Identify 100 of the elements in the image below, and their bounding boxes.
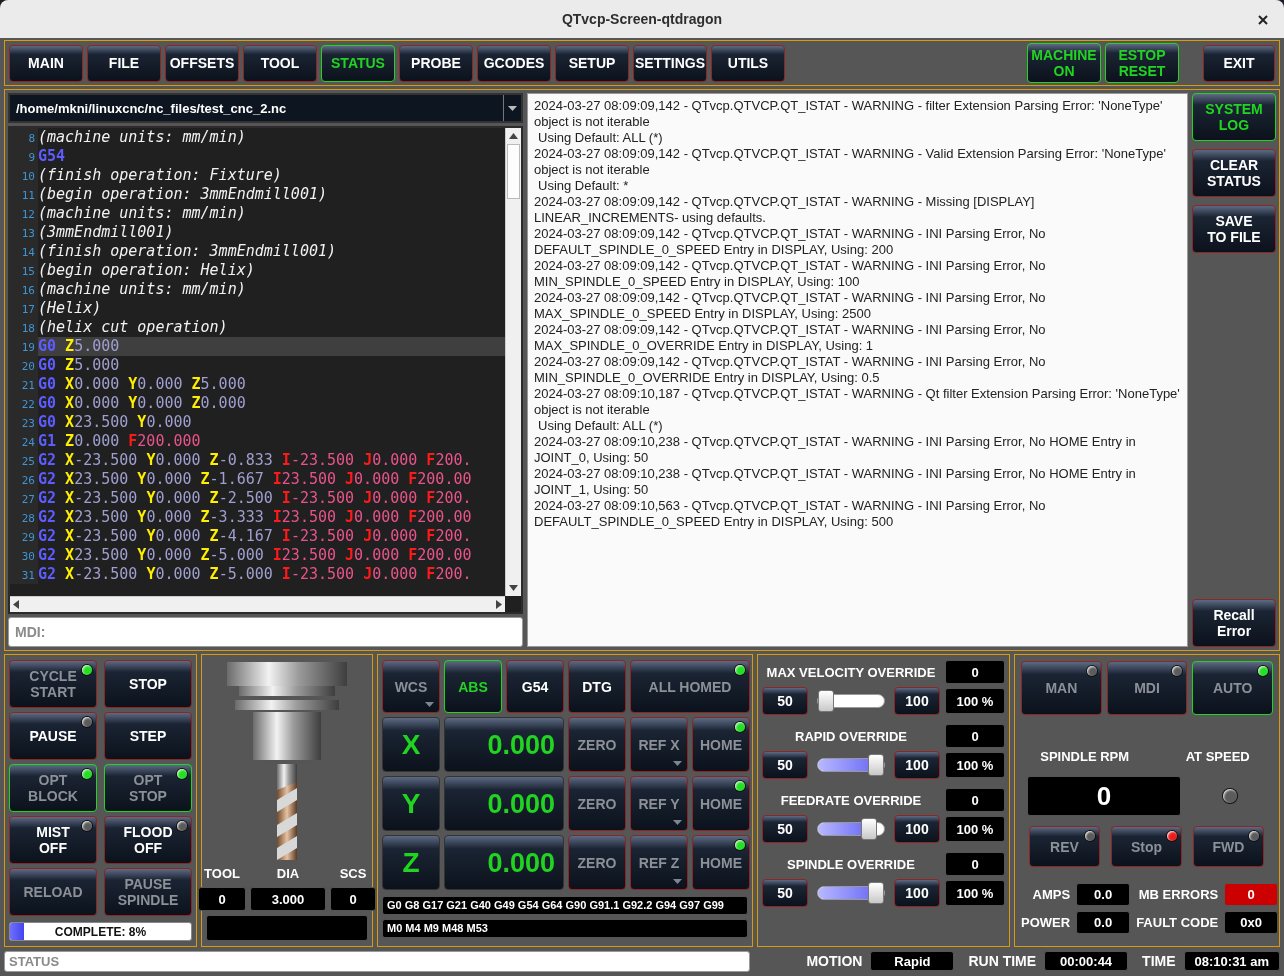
status-label: MOTION xyxy=(806,953,863,969)
status-value: 00:00:44 xyxy=(1044,951,1129,971)
code-editor[interactable] xyxy=(8,126,523,614)
mode-button[interactable]: MDI xyxy=(1106,661,1188,715)
mode-button[interactable]: ABS xyxy=(444,660,502,713)
vertical-scrollbar[interactable] xyxy=(505,128,521,596)
log-button[interactable]: SAVE TO FILE xyxy=(1192,205,1276,253)
status-field[interactable]: STATUS xyxy=(4,950,751,972)
file-dropdown[interactable]: /home/mkni/linuxcnc/nc_files/test_cnc_2.nc xyxy=(8,93,523,123)
code-line: G54 xyxy=(38,147,67,166)
scroll-right-icon xyxy=(496,600,502,609)
readout-label: FAULT CODE xyxy=(1136,915,1219,930)
line-number: 21 xyxy=(10,375,38,394)
status-value: Rapid xyxy=(870,951,955,971)
code-line: G2 X-23.500 Y0.000 Z-4.167 I-23.500 J0.000 F200. xyxy=(38,527,473,546)
code-line: G0 Z5.000 xyxy=(38,356,121,375)
tab[interactable]: STATUS xyxy=(321,44,395,82)
tab[interactable]: FILE xyxy=(87,44,161,82)
log-button[interactable]: Recall Error xyxy=(1192,599,1276,647)
line-number: 15 xyxy=(10,261,38,280)
mode-button[interactable]: MAN xyxy=(1021,661,1102,715)
code-line: G2 X-23.500 Y0.000 Z-0.833 I-23.500 J0.000 F200. xyxy=(38,451,473,470)
line-number: 27 xyxy=(10,489,38,508)
override-title: SPINDLE OVERRIDE xyxy=(786,856,916,872)
override-percent: 100 % xyxy=(945,752,1005,778)
status-value: 08:10:31 am xyxy=(1183,951,1280,971)
axis-button[interactable]: X xyxy=(382,717,440,772)
line-number: 20 xyxy=(10,356,38,375)
override-max-button[interactable]: 100 xyxy=(894,815,940,843)
code-line: (3mmEndmill001) xyxy=(38,223,175,242)
code-line: (machine units: mm/min) xyxy=(38,280,247,299)
code-line: G2 X23.500 Y0.000 Z-1.667 I23.500 J0.000 F200.00 xyxy=(38,470,473,489)
spindle-button[interactable]: Stop xyxy=(1111,826,1182,867)
override-title: MAX VELOCITY OVERRIDE xyxy=(765,664,937,680)
line-number: 31 xyxy=(10,565,38,584)
readout-label: AMPS xyxy=(1032,887,1071,902)
code-line: (Helix) xyxy=(38,299,103,318)
override-max-button[interactable]: 100 xyxy=(894,879,940,907)
override-max-button[interactable]: 100 xyxy=(894,687,940,715)
mdi-input[interactable]: MDI: xyxy=(8,617,523,647)
log-entry: Using Default: ALL (*) xyxy=(537,130,664,146)
tab[interactable]: PROBE xyxy=(399,44,473,82)
log-entry: 2024-03-27 08:09:09,142 - QTvcp.QTVCP.QT_ISTAT - WARNING - INI Parsing Error, No MAX_SPINDLE_0_SPEED Entry in DISPLAY, Using: 2500 xyxy=(534,290,1047,322)
line-number: 26 xyxy=(10,470,38,489)
override-min-button[interactable]: 50 xyxy=(762,751,808,779)
override-min-button[interactable]: 50 xyxy=(762,815,808,843)
code-line: G0 X23.500 Y0.000 xyxy=(38,413,193,432)
tab[interactable]: MAIN xyxy=(9,44,83,82)
line-number: 10 xyxy=(10,166,38,185)
tab[interactable]: SETTINGS xyxy=(633,44,707,82)
log-entry: 2024-03-27 08:09:09,142 - QTvcp.QTVCP.QT_ISTAT - WARNING - Missing [DISPLAY] LINEAR_INCREMENTS- using defaults. xyxy=(534,194,1036,226)
spindle-button[interactable]: REV xyxy=(1029,826,1100,867)
horizontal-scrollbar[interactable] xyxy=(10,596,505,612)
code-line: (begin operation: 3mmEndmill001) xyxy=(38,185,328,204)
axis-button[interactable]: Z xyxy=(382,835,440,890)
log-entry: 2024-03-27 08:09:09,142 - QTvcp.QTVCP.QT_ISTAT - WARNING - INI Parsing Error, No MIN_SPINDLE_0_OVERRIDE Entry in DISPLAY, Using: 0.5 xyxy=(534,354,1047,386)
control-button[interactable]: MIST OFF xyxy=(9,816,97,864)
close-icon xyxy=(1258,15,1268,25)
line-number: 19 xyxy=(10,337,38,356)
tab[interactable]: OFFSETS xyxy=(165,44,239,82)
spindle-button[interactable]: FWD xyxy=(1193,826,1264,867)
override-min-button[interactable]: 50 xyxy=(762,687,808,715)
scrollbar-thumb[interactable] xyxy=(507,144,520,199)
readout-value: 0.0 xyxy=(1076,911,1131,934)
control-button[interactable]: FLOOD OFF xyxy=(104,816,192,864)
override-min-button[interactable]: 50 xyxy=(762,879,808,907)
machine-button[interactable]: MACHINE ON xyxy=(1027,43,1101,83)
field-value: 0 xyxy=(330,887,376,911)
log-entry: 2024-03-27 08:09:09,142 - QTvcp.QTVCP.QT_ISTAT - WARNING - filter Extension Parsing Error: 'NoneType' object is not iterable xyxy=(534,98,1164,130)
log-button[interactable]: CLEAR STATUS xyxy=(1192,149,1276,197)
mode-button[interactable]: G54 xyxy=(506,660,564,713)
control-button[interactable]: STEP xyxy=(104,712,192,760)
exit-button[interactable]: EXIT xyxy=(1203,44,1275,82)
override-value: 0 xyxy=(945,788,1005,812)
control-button[interactable]: PAUSE xyxy=(9,712,97,760)
field-label: DIA xyxy=(276,866,300,881)
log-button[interactable]: SYSTEM LOG xyxy=(1192,93,1276,141)
code-line: G0 X0.000 Y0.000 Z5.000 xyxy=(38,375,247,394)
dropdown-arrow-icon xyxy=(508,105,517,111)
override-max-button[interactable]: 100 xyxy=(894,751,940,779)
tab[interactable]: TOOL xyxy=(243,44,317,82)
control-button[interactable]: STOP xyxy=(104,660,192,708)
field-label: SCS xyxy=(339,866,367,881)
code-line: G1 Z0.000 F200.000 xyxy=(38,432,202,451)
code-line: G2 X23.500 Y0.000 Z-5.000 I23.500 J0.000 F200.00 xyxy=(38,546,473,565)
line-number: 22 xyxy=(10,394,38,413)
tab[interactable]: UTILS xyxy=(711,44,785,82)
code-line: (machine units: mm/min) xyxy=(38,128,247,147)
tab[interactable]: GCODES xyxy=(477,44,551,82)
field-value: 3.000 xyxy=(250,887,326,911)
spindle-rpm: 0 xyxy=(1027,776,1181,816)
mode-button[interactable]: DTG xyxy=(568,660,626,713)
log-entry: 2024-03-27 08:09:09,142 - QTvcp.QTVCP.QT_ISTAT - WARNING - INI Parsing Error, No DEFAULT_SPINDLE_0_SPEED Entry in DISPLAY, Using: 200 xyxy=(534,226,1047,258)
override-title: RAPID OVERRIDE xyxy=(794,728,908,744)
axis-button[interactable]: Y xyxy=(382,776,440,831)
line-number: 13 xyxy=(10,223,38,242)
tab[interactable]: SETUP xyxy=(555,44,629,82)
machine-button[interactable]: ESTOP RESET xyxy=(1105,43,1179,83)
readout-label: POWER xyxy=(1021,915,1071,930)
mode-button[interactable]: AUTO xyxy=(1192,661,1273,715)
